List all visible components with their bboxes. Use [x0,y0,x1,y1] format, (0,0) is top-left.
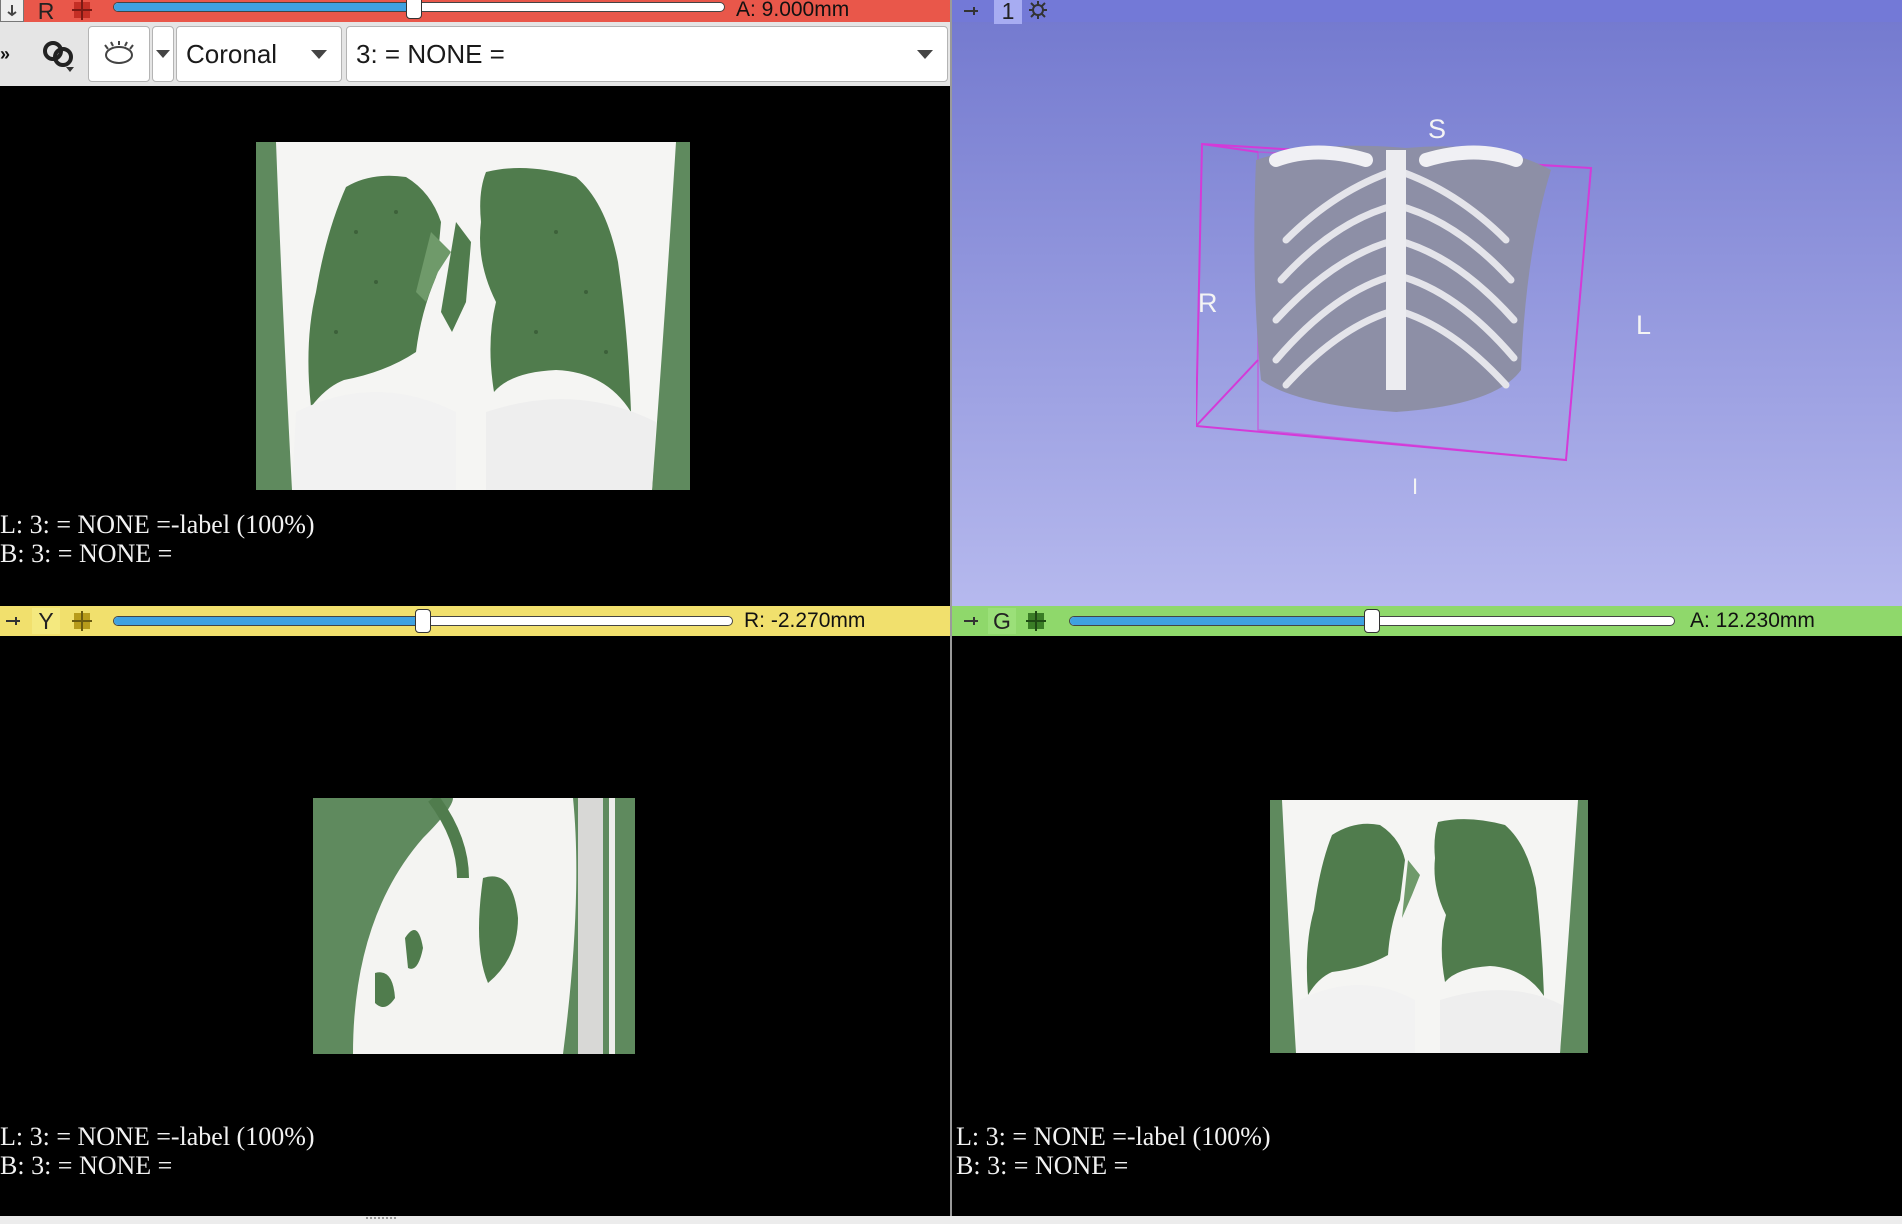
visibility-menu-button[interactable] [152,26,174,82]
slice-layout-icon[interactable] [70,0,94,22]
orientation-value: Coronal [186,38,278,69]
label-volume-value: 3: = NONE = [356,38,505,69]
pin-icon[interactable] [0,0,24,22]
red-slice-controller: R A: 9.000mm [0,0,950,24]
slider-handle[interactable] [406,0,422,19]
slider-handle[interactable] [415,609,431,633]
green-slice-view[interactable]: L: 3: = NONE =-label (100%) B: 3: = NONE… [952,636,1902,1216]
yellow-view-letter: Y [32,608,60,634]
yellow-slice-slider[interactable] [113,609,733,633]
orientation-marker-right: R [1198,288,1218,318]
chevron-down-icon [311,50,327,59]
panel-splitter-handle[interactable] [0,1216,1902,1224]
green-slice-controller: G A: 12.230mm [952,606,1902,636]
green-annotation-background: B: 3: = NONE = [956,1151,1129,1180]
pin-icon[interactable] [960,610,982,632]
orientation-selector[interactable]: Coronal [176,26,342,82]
red-annotation-label: L: 3: = NONE =-label (100%) [0,510,315,539]
orientation-marker-inferior: I [1412,474,1419,499]
slice-layout-icon[interactable] [70,609,94,633]
visibility-button[interactable] [88,26,150,82]
green-annotation-label: L: 3: = NONE =-label (100%) [956,1122,1271,1151]
red-annotation-background: B: 3: = NONE = [0,539,173,568]
yellow-slice-controller: Y R: -2.270mm [0,606,950,636]
three-d-view-controller: 1 [952,0,1902,24]
chevron-down-icon [917,50,933,59]
sagittal-slice-image [313,798,635,1054]
coronal-slice-image [256,142,690,490]
splitter-grip-icon [366,1217,396,1222]
green-view-letter: G [988,608,1016,634]
green-slice-slider[interactable] [1069,609,1675,633]
three-d-view-label: 1 [994,0,1022,24]
red-slice-toolbar: » Coronal 3: = NONE = [0,22,950,88]
slice-layout-icon[interactable] [1024,609,1048,633]
red-slice-offset: A: 9.000mm [736,0,850,21]
yellow-annotation-label: L: 3: = NONE =-label (100%) [0,1122,315,1151]
more-chevrons-icon[interactable]: » [0,44,10,65]
slider-handle[interactable] [1364,609,1380,633]
coronal-slice-image [1270,800,1588,1053]
link-icon[interactable] [40,36,76,72]
eye-icon [104,41,134,64]
pin-icon[interactable] [2,610,24,632]
chevron-down-icon [156,50,170,58]
three-d-view[interactable]: 1 S R L I [952,0,1902,606]
orientation-marker-superior: S [1428,114,1447,144]
yellow-annotation-background: B: 3: = NONE = [0,1151,173,1180]
label-volume-selector[interactable]: 3: = NONE = [346,26,948,82]
red-slice-view[interactable]: L: 3: = NONE =-label (100%) B: 3: = NONE… [0,86,950,606]
pin-icon[interactable] [960,0,982,22]
red-slice-slider[interactable] [113,0,725,19]
yellow-slice-offset: R: -2.270mm [744,609,866,632]
red-view-letter: R [37,0,55,24]
gear-icon[interactable] [1026,0,1050,22]
yellow-slice-view[interactable]: L: 3: = NONE =-label (100%) B: 3: = NONE… [0,636,950,1216]
orientation-marker-left: L [1636,310,1652,340]
green-slice-offset: A: 12.230mm [1690,609,1815,632]
